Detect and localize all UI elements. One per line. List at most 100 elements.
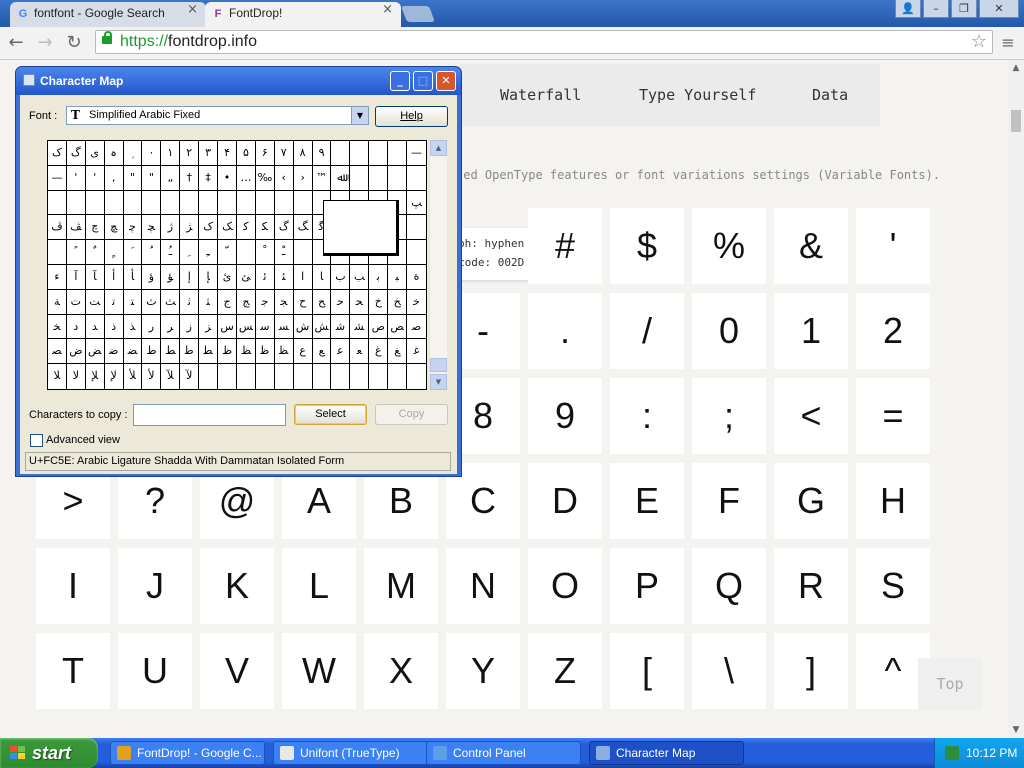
char-cell[interactable]: ﺕ: [66, 289, 86, 315]
glyph-cell[interactable]: W: [282, 633, 356, 709]
char-cell[interactable]: ﺖ: [85, 289, 105, 315]
char-cell[interactable]: ﺙ: [142, 289, 162, 315]
char-cell[interactable]: ﺌ: [274, 264, 294, 290]
char-cell[interactable]: ﺾ: [85, 339, 105, 365]
char-cell[interactable]: ,: [104, 165, 124, 191]
char-cell[interactable]: ﮊ: [161, 215, 181, 241]
user-icon[interactable]: 👤: [895, 0, 921, 18]
char-cell[interactable]: ۰: [142, 141, 162, 166]
char-cell[interactable]: ™: [312, 165, 332, 191]
char-cell[interactable]: [236, 190, 256, 216]
char-cell[interactable]: ۱: [161, 141, 181, 166]
scroll-down-icon[interactable]: ▼: [1008, 722, 1024, 738]
char-cell[interactable]: ﺆ: [161, 264, 181, 290]
char-cell[interactable]: ﺂ: [85, 264, 105, 290]
char-cell[interactable]: ﺩ: [66, 314, 86, 340]
glyph-cell[interactable]: T: [36, 633, 110, 709]
char-cell[interactable]: ﻎ: [388, 339, 408, 365]
char-cell[interactable]: [407, 166, 426, 191]
char-cell[interactable]: ﻃ: [180, 339, 200, 365]
chars-to-copy-input[interactable]: [133, 404, 286, 426]
char-cell[interactable]: [218, 190, 237, 216]
char-cell[interactable]: [350, 364, 370, 389]
char-cell[interactable]: ﻷ: [142, 364, 162, 389]
glyph-cell[interactable]: $: [610, 208, 684, 284]
char-cell[interactable]: ﮑ: [255, 215, 275, 241]
taskbar-button[interactable]: FontDrop! - Google C...: [110, 741, 265, 765]
maximize-icon[interactable]: □: [413, 71, 433, 91]
char-cell[interactable]: ﺁ: [66, 264, 86, 290]
glyph-cell[interactable]: ;: [692, 378, 766, 454]
char-cell[interactable]: [199, 364, 219, 389]
char-cell[interactable]: [237, 364, 256, 389]
character-map-titlebar[interactable]: Character Map _ □ ✕: [16, 67, 461, 95]
char-cell[interactable]: ﹺ: [180, 240, 200, 265]
glyph-cell[interactable]: <: [774, 378, 848, 454]
char-cell[interactable]: ﺃ: [104, 264, 124, 290]
glyph-cell[interactable]: K: [200, 548, 274, 624]
scroll-up-icon[interactable]: ▲: [1008, 60, 1024, 76]
grid-scrollbar[interactable]: ▲ ▼: [430, 140, 447, 390]
char-cell[interactable]: [256, 364, 275, 389]
glyph-cell[interactable]: .: [528, 293, 602, 369]
glyph-cell[interactable]: [: [610, 633, 684, 709]
glyph-cell[interactable]: N: [446, 548, 520, 624]
char-cell[interactable]: ﹿ: [274, 240, 294, 265]
char-cell[interactable]: [123, 190, 143, 216]
char-cell[interactable]: [274, 190, 294, 216]
char-cell[interactable]: ﺶ: [312, 314, 332, 340]
char-cell[interactable]: ﻊ: [312, 339, 332, 365]
char-cell[interactable]: [199, 190, 219, 216]
char-cell[interactable]: ﹻ: [199, 240, 219, 265]
character-grid[interactable]: کگیہۭ۰۱۲۳۴۵۶۷۸۹——'',""„†‡•…‰‹›™ﷲﭗﭪﭫﭺﭻﭼﭽﮊ…: [47, 140, 427, 390]
char-cell[interactable]: ﻈ: [274, 339, 294, 365]
char-cell[interactable]: ﺄ: [123, 264, 143, 290]
char-cell[interactable]: „: [161, 165, 181, 191]
char-cell[interactable]: [104, 190, 124, 216]
char-cell[interactable]: ﺠ: [274, 289, 294, 315]
char-cell[interactable]: ": [123, 165, 143, 191]
char-cell[interactable]: ﺳ: [255, 314, 275, 340]
char-cell[interactable]: ': [66, 165, 86, 191]
char-cell[interactable]: [142, 190, 162, 216]
char-cell[interactable]: ﺟ: [255, 289, 275, 315]
char-cell[interactable]: ﻌ: [350, 339, 370, 365]
char-cell[interactable]: ﺨ: [48, 314, 67, 340]
char-cell[interactable]: ﺵ: [293, 314, 313, 340]
char-cell[interactable]: [369, 165, 389, 191]
char-cell[interactable]: [331, 141, 351, 166]
char-cell[interactable]: ﺤ: [350, 289, 370, 315]
char-cell[interactable]: [388, 364, 408, 389]
address-bar[interactable]: https://fontdrop.info ☆: [95, 30, 993, 54]
tab-close-icon[interactable]: ×: [382, 2, 393, 17]
glyph-cell[interactable]: 1: [774, 293, 848, 369]
char-cell[interactable]: ﺑ: [369, 264, 389, 290]
char-cell[interactable]: [331, 364, 351, 389]
char-cell[interactable]: ﹼ: [218, 240, 237, 265]
char-cell[interactable]: ﺛ: [180, 289, 200, 315]
char-cell[interactable]: [369, 364, 389, 389]
char-cell[interactable]: ﮎ: [199, 215, 219, 241]
char-cell[interactable]: ۹: [312, 141, 332, 166]
char-cell[interactable]: ﺒ: [388, 264, 408, 290]
glyph-cell[interactable]: P: [610, 548, 684, 624]
glyph-cell[interactable]: 2: [856, 293, 930, 369]
char-cell[interactable]: ﻏ: [407, 339, 426, 365]
char-cell[interactable]: ﮒ: [274, 215, 294, 241]
back-icon[interactable]: ←: [4, 31, 28, 55]
char-cell[interactable]: ﻁ: [142, 339, 162, 365]
browser-menu-icon[interactable]: ≡: [1000, 31, 1016, 55]
char-cell[interactable]: ﮐ: [236, 215, 256, 241]
char-cell[interactable]: ﻶ: [161, 364, 181, 389]
char-cell[interactable]: [294, 364, 313, 389]
char-cell[interactable]: ﺋ: [255, 264, 275, 290]
char-cell[interactable]: ک: [48, 141, 67, 166]
char-cell[interactable]: ﺞ: [236, 289, 256, 315]
char-cell[interactable]: ﺹ: [369, 314, 389, 340]
restore-icon[interactable]: ❐: [951, 0, 977, 18]
char-cell[interactable]: ﺧ: [407, 290, 426, 315]
char-cell[interactable]: گ: [66, 141, 86, 166]
char-cell[interactable]: …: [236, 165, 256, 191]
nav-waterfall[interactable]: Waterfall: [500, 86, 581, 104]
glyph-cell[interactable]: J: [118, 548, 192, 624]
